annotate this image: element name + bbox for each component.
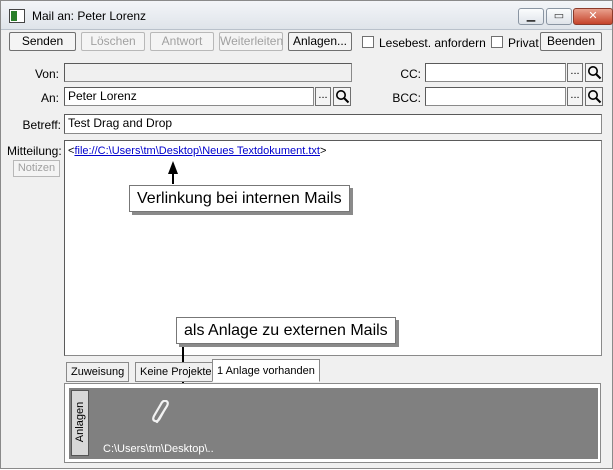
arrow-internal-head	[168, 161, 178, 174]
tab-zuweisung[interactable]: Zuweisung	[66, 362, 130, 382]
tab-projekte[interactable]: Keine Projekte	[135, 362, 217, 382]
tab-anlagen[interactable]: 1 Anlage vorhanden	[212, 359, 320, 382]
attachments-side-tab-label: Anlagen	[74, 401, 86, 443]
attachments-panel: Anlagen C:\Users\tm\Desktop\..	[64, 383, 601, 463]
attachment-path[interactable]: C:\Users\tm\Desktop\..	[103, 443, 214, 455]
attachments-area: Anlagen C:\Users\tm\Desktop\..	[69, 388, 598, 459]
callout-internal: Verlinkung bei internen Mails	[129, 185, 350, 212]
callout-external: als Anlage zu externen Mails	[176, 317, 396, 344]
mail-window: Mail an: Peter Lorenz ▁ ▭ ✕ Senden Lösch…	[0, 0, 613, 469]
attachments-side-tab[interactable]: Anlagen	[71, 390, 89, 456]
paperclip-icon[interactable]	[151, 400, 173, 426]
